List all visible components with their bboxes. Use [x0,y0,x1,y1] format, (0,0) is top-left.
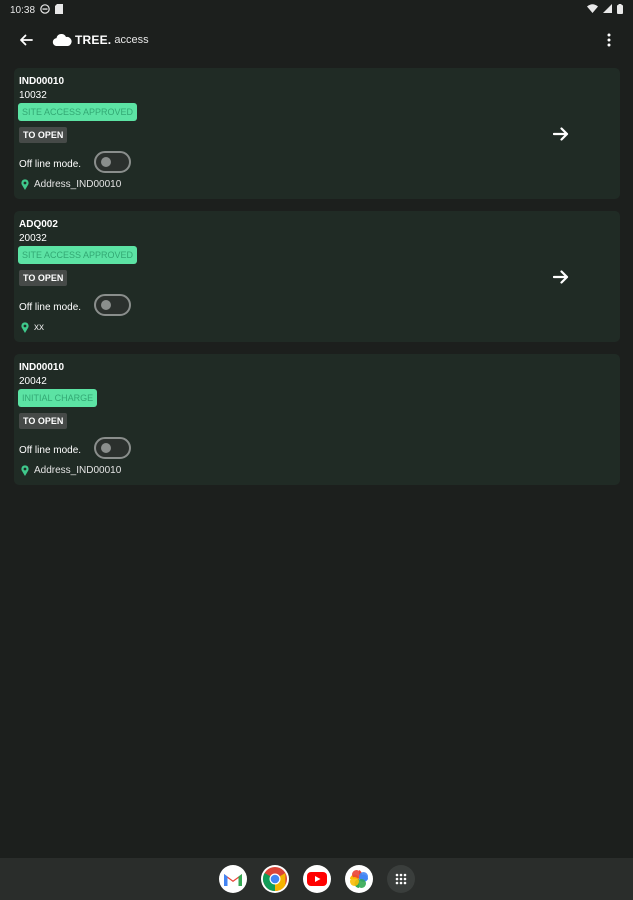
status-badge: SITE ACCESS APPROVED [18,103,138,121]
location-pin-icon [21,322,29,333]
address-text: Address_IND00010 [34,179,122,190]
status-bar: 10:38 [0,0,633,20]
card-number: 10032 [19,90,47,101]
brand-subtitle: access [114,34,149,46]
wifi-icon [587,4,598,16]
chrome-icon[interactable] [260,865,289,893]
card-number: 20032 [19,233,47,244]
status-badge: INITIAL CHARGE [18,389,98,407]
app-bar: TREE. access [0,22,633,58]
address-row: Address_IND00010 [21,179,121,190]
app-logo: TREE. access [52,33,149,47]
offline-mode-toggle[interactable] [94,151,131,173]
do-not-disturb-icon [40,3,50,17]
battery-icon [617,3,623,17]
cloud-logo-icon [52,34,72,46]
offline-mode-label: Off line mode. [19,445,82,456]
more-vert-icon [607,33,611,47]
overflow-menu-button[interactable] [599,28,619,52]
card-number: 20042 [19,376,47,387]
access-card[interactable]: IND00010 10032 SITE ACCESS APPROVED TO O… [14,68,620,199]
status-time: 10:38 [10,4,36,16]
brand-name: TREE. [75,33,112,47]
offline-mode-label: Off line mode. [19,302,82,313]
card-code: IND00010 [19,76,65,87]
access-card[interactable]: ADQ002 20032 SITE ACCESS APPROVED TO OPE… [14,211,620,342]
back-button[interactable] [14,28,38,52]
card-code: ADQ002 [19,219,58,230]
arrow-right-icon [553,270,569,284]
offline-mode-toggle[interactable] [94,294,131,316]
taskbar-dock [0,858,633,900]
toggle-knob [101,443,111,453]
open-card-arrow-button[interactable] [550,266,572,288]
arrow-right-icon [553,127,569,141]
location-pin-icon [21,465,29,476]
open-card-arrow-button[interactable] [550,123,572,145]
status-badge: SITE ACCESS APPROVED [18,246,138,264]
address-text: xx [34,322,44,333]
address-row: Address_IND00010 [21,465,121,476]
youtube-icon[interactable] [302,865,331,893]
address-row: xx [21,322,44,333]
toggle-knob [101,157,111,167]
sd-card-icon [55,3,64,17]
offline-mode-toggle[interactable] [94,437,131,459]
to-open-button[interactable]: TO OPEN [19,413,68,429]
signal-icon [603,4,612,16]
photos-icon[interactable] [344,865,373,893]
offline-mode-label: Off line mode. [19,159,82,170]
gmail-icon[interactable] [218,865,247,893]
location-pin-icon [21,179,29,190]
toggle-knob [101,300,111,310]
to-open-button[interactable]: TO OPEN [19,127,68,143]
card-code: IND00010 [19,362,65,373]
address-text: Address_IND00010 [34,465,122,476]
access-card[interactable]: IND00010 20042 INITIAL CHARGE TO OPEN Of… [14,354,620,485]
app-drawer-icon[interactable] [386,865,415,893]
to-open-button[interactable]: TO OPEN [19,270,68,286]
back-arrow-icon [20,34,33,46]
